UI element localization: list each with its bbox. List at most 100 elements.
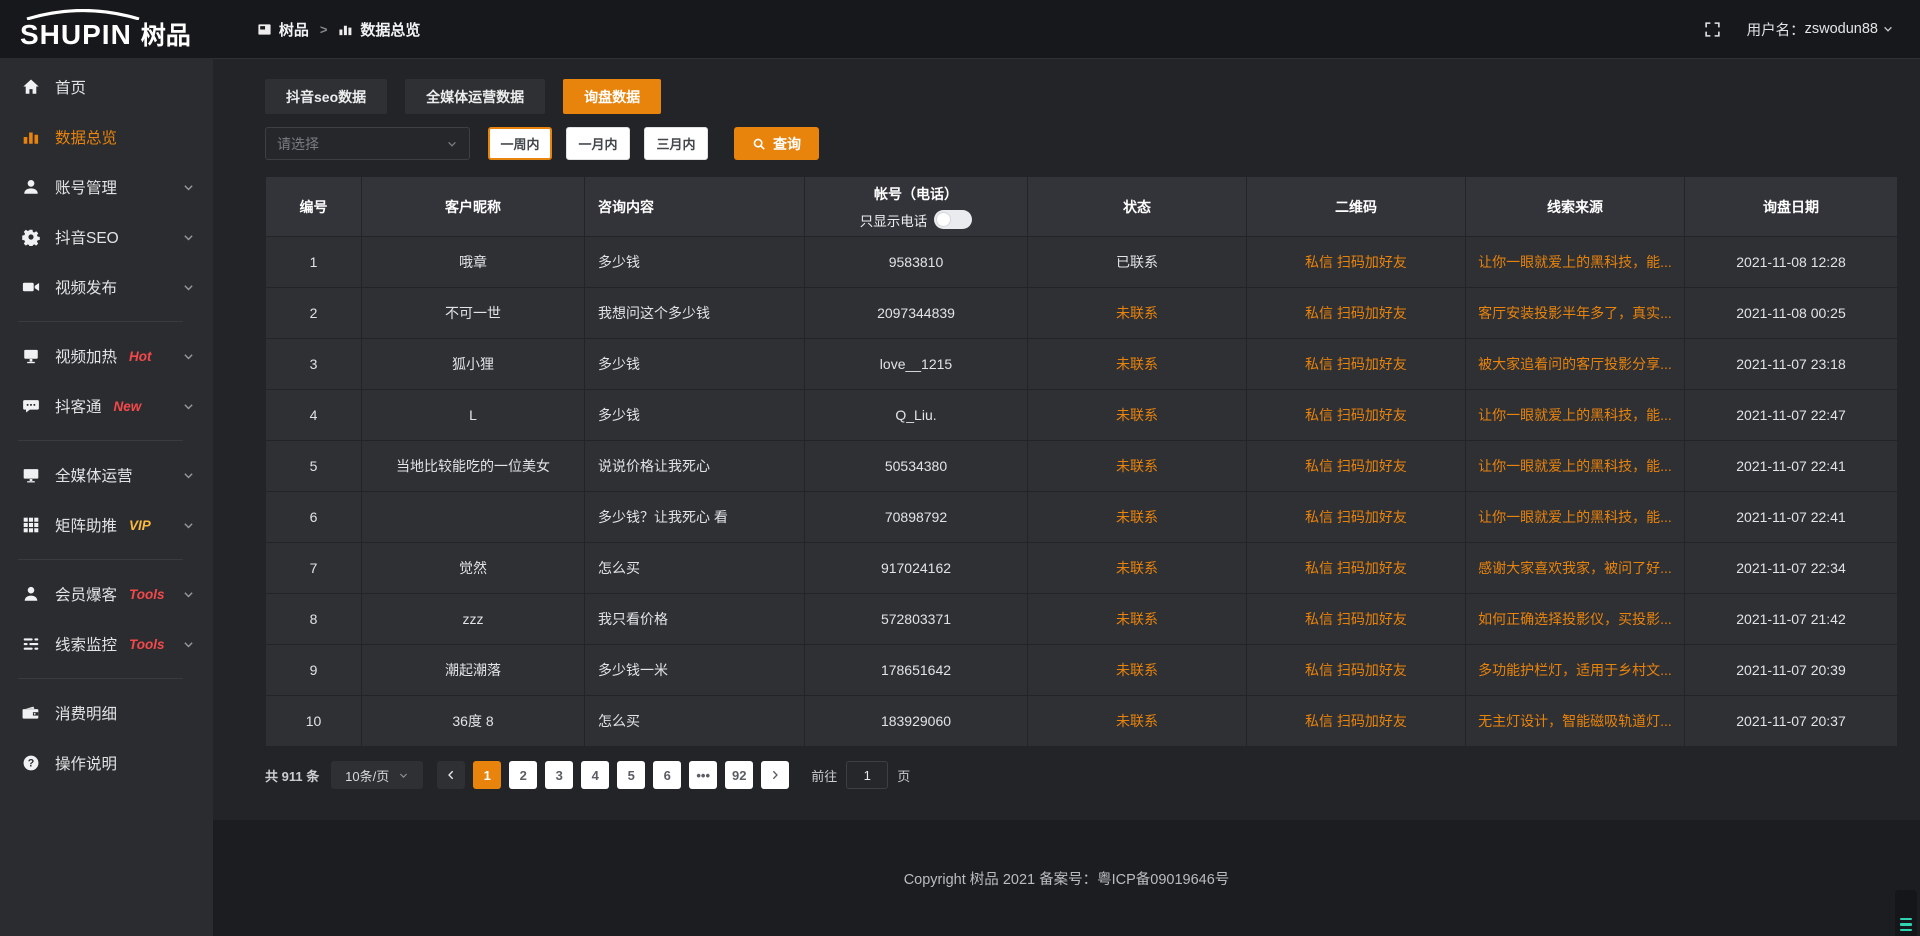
- cell-date: 2021-11-08 00:25: [1685, 288, 1898, 339]
- sidebar-item-9[interactable]: 矩阵助推VIP: [0, 500, 213, 550]
- cell-source-link[interactable]: 无主灯设计，智能磁吸轨道灯...: [1466, 696, 1685, 747]
- sidebar-item-label: 线索监控: [55, 633, 117, 655]
- sidebar-item-13[interactable]: ? 操作说明: [0, 738, 213, 788]
- sidebar-item-11[interactable]: 线索监控Tools: [0, 619, 213, 669]
- page-button-2[interactable]: 2: [509, 761, 537, 789]
- sidebar-item-2[interactable]: 数据总览: [0, 112, 213, 162]
- tab-2[interactable]: 全媒体运营数据: [405, 79, 545, 114]
- column-header-2: 客户昵称: [362, 177, 585, 237]
- account-select[interactable]: 请选择: [265, 127, 470, 160]
- cell-qr-links[interactable]: 私信 扫码加好友: [1247, 237, 1466, 288]
- tab-3[interactable]: 询盘数据: [563, 79, 661, 114]
- sidebar-item-8[interactable]: 全媒体运营: [0, 450, 213, 500]
- sidebar-item-5[interactable]: 视频发布: [0, 262, 213, 312]
- app-logo[interactable]: SHUPIN 树品: [20, 9, 191, 49]
- next-page-button[interactable]: [761, 761, 789, 789]
- sidebar-item-label: 数据总览: [55, 126, 117, 148]
- sidebar-item-1[interactable]: 首页: [0, 62, 213, 112]
- sidebar-item-3[interactable]: 账号管理: [0, 162, 213, 212]
- query-button[interactable]: 查询: [734, 127, 819, 160]
- phone-only-toggle[interactable]: [934, 210, 972, 229]
- cell-date: 2021-11-07 22:41: [1685, 441, 1898, 492]
- page-button-3[interactable]: 3: [545, 761, 573, 789]
- chevron-down-icon: [182, 281, 195, 294]
- question-icon: ?: [22, 754, 40, 772]
- cell-source-link[interactable]: 多功能护栏灯，适用于乡村文...: [1466, 645, 1685, 696]
- prev-page-button[interactable]: [437, 761, 465, 789]
- grid-icon: [22, 516, 40, 534]
- user-menu[interactable]: 用户名： zswodun88: [1747, 19, 1894, 40]
- column-header-3: 咨询内容: [585, 177, 805, 237]
- username-value: zswodun88: [1805, 21, 1878, 37]
- sidebar-item-12[interactable]: 消费明细: [0, 688, 213, 738]
- cell-nickname: 36度 8: [362, 696, 585, 747]
- cell-id: 3: [266, 339, 362, 390]
- page-button-4[interactable]: 4: [581, 761, 609, 789]
- cell-status: 未联系: [1028, 594, 1247, 645]
- cell-date: 2021-11-07 23:18: [1685, 339, 1898, 390]
- sidebar-item-4[interactable]: 抖音SEO: [0, 212, 213, 262]
- more-pages-button[interactable]: •••: [689, 761, 717, 789]
- menu-badge: Tools: [129, 587, 165, 602]
- goto-suffix: 页: [897, 766, 910, 785]
- cell-source-link[interactable]: 被大家追着问的客厅投影分享...: [1466, 339, 1685, 390]
- bar-chart-icon: [22, 128, 40, 146]
- breadcrumb-item-2[interactable]: 数据总览: [338, 19, 420, 40]
- cell-qr-links[interactable]: 私信 扫码加好友: [1247, 339, 1466, 390]
- chevron-down-icon: [182, 469, 195, 482]
- bar-chart-icon: [338, 22, 353, 37]
- cell-source-link[interactable]: 让你一眼就爱上的黑科技，能...: [1466, 441, 1685, 492]
- sidebar-item-label: 视频发布: [55, 276, 117, 298]
- cell-qr-links[interactable]: 私信 扫码加好友: [1247, 594, 1466, 645]
- cell-status: 未联系: [1028, 492, 1247, 543]
- cell-qr-links[interactable]: 私信 扫码加好友: [1247, 696, 1466, 747]
- column-header-1: 编号: [266, 177, 362, 237]
- gear-icon: [22, 228, 40, 246]
- cell-source-link[interactable]: 客厅安装投影半年多了，真实...: [1466, 288, 1685, 339]
- logo-text-en: SHUPIN: [20, 21, 132, 49]
- phone-toggle-label: 只显示电话: [860, 210, 928, 230]
- main-content: 抖音seo数据全媒体运营数据询盘数据 请选择 一周内一月内三月内 查询 编号客户…: [213, 58, 1920, 820]
- sidebar-item-6[interactable]: 视频加热Hot: [0, 331, 213, 381]
- fullscreen-icon[interactable]: [1704, 21, 1721, 38]
- cell-source-link[interactable]: 让你一眼就爱上的黑科技，能...: [1466, 390, 1685, 441]
- page-button-6[interactable]: 6: [653, 761, 681, 789]
- page-button-5[interactable]: 5: [617, 761, 645, 789]
- cell-source-link[interactable]: 让你一眼就爱上的黑科技，能...: [1466, 237, 1685, 288]
- cell-source-link[interactable]: 感谢大家喜欢我家，被问了好...: [1466, 543, 1685, 594]
- cell-qr-links[interactable]: 私信 扫码加好友: [1247, 543, 1466, 594]
- tab-1[interactable]: 抖音seo数据: [265, 79, 387, 114]
- cell-qr-links[interactable]: 私信 扫码加好友: [1247, 288, 1466, 339]
- sidebar-item-label: 操作说明: [55, 752, 117, 774]
- cell-nickname: 不可一世: [362, 288, 585, 339]
- period-button-1[interactable]: 一周内: [488, 127, 552, 160]
- cell-source-link[interactable]: 让你一眼就爱上的黑科技，能...: [1466, 492, 1685, 543]
- sidebar-item-label: 全媒体运营: [55, 464, 133, 486]
- sidebar-item-label: 视频加热: [55, 345, 117, 367]
- cell-content: 多少钱？让我死心 看: [585, 492, 805, 543]
- page-button-1[interactable]: 1: [473, 761, 501, 789]
- cell-status: 未联系: [1028, 339, 1247, 390]
- page-size-select[interactable]: 10条/页: [331, 761, 423, 789]
- cell-source-link[interactable]: 如何正确选择投影仪，买投影...: [1466, 594, 1685, 645]
- period-button-3[interactable]: 三月内: [644, 127, 708, 160]
- column-header-4: 帐号（电话）只显示电话: [805, 177, 1028, 237]
- sidebar-item-10[interactable]: 会员爆客Tools: [0, 569, 213, 619]
- period-button-2[interactable]: 一月内: [566, 127, 630, 160]
- table-row: 3狐小狸多少钱love__1215未联系私信 扫码加好友被大家追着问的客厅投影分…: [266, 339, 1898, 390]
- cell-id: 9: [266, 645, 362, 696]
- page-button-92[interactable]: 92: [725, 761, 753, 789]
- page-size-value: 10条/页: [345, 766, 389, 785]
- cell-qr-links[interactable]: 私信 扫码加好友: [1247, 492, 1466, 543]
- breadcrumb-separator: >: [320, 22, 328, 37]
- breadcrumb-item-1[interactable]: 树品: [257, 19, 309, 40]
- svg-text:?: ?: [28, 758, 35, 770]
- sidebar-item-7[interactable]: 抖客通New: [0, 381, 213, 431]
- cell-qr-links[interactable]: 私信 扫码加好友: [1247, 645, 1466, 696]
- floating-widget[interactable]: [1895, 890, 1917, 936]
- sidebar-item-label: 矩阵助推: [55, 514, 117, 536]
- cell-qr-links[interactable]: 私信 扫码加好友: [1247, 390, 1466, 441]
- cell-qr-links[interactable]: 私信 扫码加好友: [1247, 441, 1466, 492]
- goto-page-input[interactable]: [846, 761, 888, 789]
- cell-account: 178651642: [805, 645, 1028, 696]
